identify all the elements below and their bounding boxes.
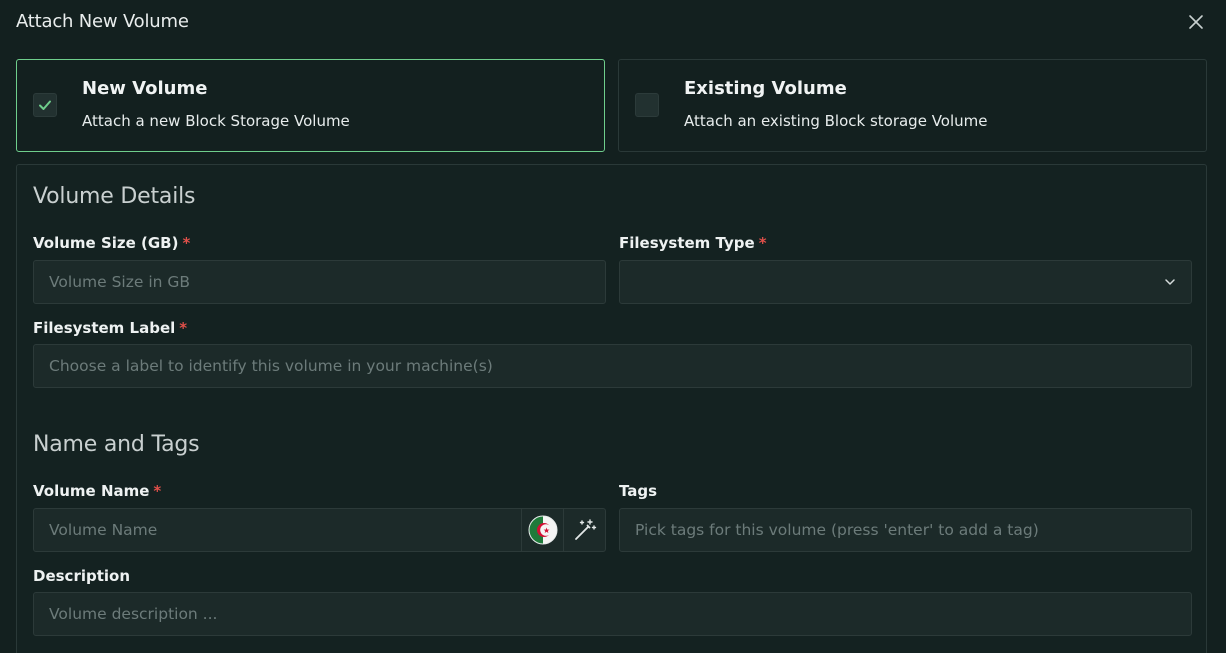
required-marker: *: [758, 234, 767, 252]
attach-volume-dialog: Attach New Volume New Volume Attach a ne…: [0, 0, 1226, 653]
filesystem-label-label: Filesystem Label *: [33, 319, 188, 337]
required-marker: *: [182, 234, 191, 252]
chevron-down-icon: [1165, 279, 1175, 285]
generate-name-button[interactable]: [563, 509, 605, 551]
filesystem-label-input[interactable]: Choose a label to identify this volume i…: [33, 344, 1192, 388]
volume-size-placeholder: Volume Size in GB: [49, 273, 191, 291]
volume-size-input[interactable]: Volume Size in GB: [33, 260, 606, 304]
algeria-flag-icon: [528, 515, 557, 545]
filesystem-type-select[interactable]: [619, 260, 1192, 304]
dialog-title: Attach New Volume: [16, 11, 189, 32]
filesystem-type-label: Filesystem Type *: [619, 234, 767, 252]
volume-details-heading: Volume Details: [33, 184, 196, 209]
new-volume-option[interactable]: New Volume Attach a new Block Storage Vo…: [16, 59, 605, 152]
volume-name-placeholder: Volume Name: [49, 521, 158, 539]
tags-label: Tags: [619, 482, 658, 500]
required-marker: *: [179, 319, 188, 337]
close-icon: [1189, 15, 1203, 29]
volume-form-panel: Volume Details Volume Size (GB) * Volume …: [16, 164, 1207, 653]
new-volume-title: New Volume: [82, 78, 208, 99]
existing-volume-option[interactable]: Existing Volume Attach an existing Block…: [618, 59, 1207, 152]
required-marker: *: [153, 482, 162, 500]
check-icon: [39, 100, 51, 110]
new-volume-checkbox[interactable]: [33, 93, 57, 117]
tags-placeholder: Pick tags for this volume (press 'enter'…: [635, 521, 1039, 539]
magic-wand-icon: [574, 519, 596, 540]
new-volume-description: Attach a new Block Storage Volume: [82, 112, 350, 130]
filesystem-label-placeholder: Choose a label to identify this volume i…: [49, 357, 493, 375]
volume-name-input[interactable]: Volume Name: [33, 508, 606, 552]
close-button[interactable]: [1184, 10, 1208, 34]
name-and-tags-heading: Name and Tags: [33, 432, 200, 457]
description-label: Description: [33, 567, 131, 585]
existing-volume-title: Existing Volume: [684, 78, 847, 99]
volume-size-label: Volume Size (GB) *: [33, 234, 191, 252]
existing-volume-description: Attach an existing Block storage Volume: [684, 112, 988, 130]
existing-volume-checkbox[interactable]: [635, 93, 659, 117]
description-placeholder: Volume description ...: [49, 605, 218, 623]
flag-button[interactable]: [521, 509, 563, 551]
tags-input[interactable]: Pick tags for this volume (press 'enter'…: [619, 508, 1192, 552]
volume-name-label: Volume Name *: [33, 482, 162, 500]
description-input[interactable]: Volume description ...: [33, 592, 1192, 636]
